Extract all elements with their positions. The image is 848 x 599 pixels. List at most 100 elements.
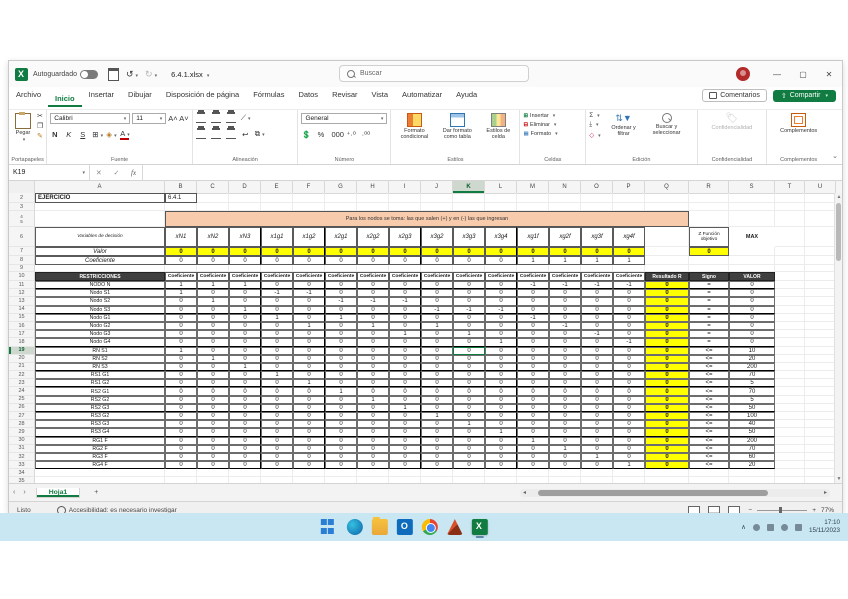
cell[interactable]: 1 [485,338,517,346]
cell[interactable]: EJERCICIO [35,193,165,203]
underline-button[interactable]: S [78,130,87,139]
cell[interactable]: 0 [517,247,549,256]
cell[interactable]: 0 [453,247,485,256]
cell[interactable]: 0 [357,412,389,420]
cell[interactable]: 0 [165,371,197,379]
cell[interactable]: 1 [325,387,357,395]
currency-icon[interactable]: 💲 [301,130,310,139]
cell[interactable]: x3g4 [485,227,517,247]
cell[interactable]: -1 [581,330,613,338]
cell[interactable] [229,265,261,272]
cell[interactable]: 0 [197,314,229,322]
cell[interactable]: 0 [197,420,229,428]
cell[interactable]: 0 [453,281,485,289]
cell[interactable]: RS2 G1 [35,387,165,395]
cell[interactable]: Nodo G1 [35,314,165,322]
column-header-g[interactable]: G [325,181,357,193]
row-header-28[interactable]: 28 [9,420,35,428]
cell[interactable]: 1 [421,412,453,420]
cell[interactable]: 1 [293,322,325,330]
zoom-slider[interactable] [757,510,807,511]
cell[interactable]: 0 [261,437,293,445]
cell[interactable]: 1 [357,322,389,330]
cell[interactable]: = [689,314,729,322]
cell[interactable]: 0 [421,445,453,453]
cell[interactable]: Coeficiente [357,272,389,281]
cell[interactable]: 0 [325,396,357,404]
column-header-e[interactable]: E [261,181,293,193]
cell[interactable]: 0 [229,379,261,387]
collapse-ribbon-icon[interactable]: ⌄ [832,152,838,160]
cell[interactable]: = [689,338,729,346]
cell[interactable]: 0 [389,355,421,363]
cell[interactable]: <= [689,428,729,436]
cell[interactable]: 0 [613,247,645,256]
cell[interactable]: 1 [357,396,389,404]
add-sheet-button[interactable]: + [94,489,98,496]
cell[interactable] [613,193,645,203]
cell[interactable]: 0 [197,338,229,346]
cell[interactable] [453,193,485,203]
cell[interactable]: 0 [293,314,325,322]
clear-icon[interactable]: ◇ ▾ [589,131,600,139]
column-header-a[interactable]: A [35,181,165,193]
insert-cells-button[interactable]: ⊞Insertar▾ [523,113,582,119]
cell[interactable]: 0 [165,445,197,453]
cell[interactable]: 0 [357,256,389,265]
column-header-k[interactable]: K [453,181,485,193]
vertical-scrollbar[interactable]: ▲ ▼ [834,193,842,483]
cell[interactable]: 0 [389,453,421,461]
cell[interactable]: 0 [389,338,421,346]
cell[interactable] [775,469,805,477]
row-header-32[interactable]: 32 [9,453,35,461]
cell[interactable]: -1 [613,281,645,289]
cell[interactable]: RS3 G2 [35,412,165,420]
row-header-17[interactable]: 17 [9,330,35,338]
cell[interactable]: 20 [729,461,775,469]
horizontal-scrollbar[interactable]: ◂ ▸ [520,489,830,497]
cell[interactable]: 0 [197,330,229,338]
cell[interactable] [261,265,293,272]
cell[interactable]: 0 [261,306,293,314]
clock[interactable]: 17:10 15/11/2023 [809,519,840,535]
cell[interactable]: 0 [645,281,689,289]
row-header-26[interactable]: 26 [9,404,35,412]
cell[interactable]: 0 [453,396,485,404]
cell[interactable]: 1 [165,289,197,297]
align-bottom-icon[interactable] [226,114,236,123]
cell[interactable]: 0 [581,371,613,379]
cell[interactable]: Coeficiente [485,272,517,281]
cell[interactable]: 0 [549,314,581,322]
cell[interactable]: Nodo G4 [35,338,165,346]
cell[interactable]: 0 [325,338,357,346]
cell[interactable]: -1 [549,281,581,289]
cell[interactable]: 0 [581,396,613,404]
cell[interactable]: 0 [549,247,581,256]
cell[interactable]: 0 [517,297,549,305]
cell[interactable]: 0 [197,256,229,265]
cell[interactable] [165,469,197,477]
cell[interactable]: 0 [197,412,229,420]
cell[interactable]: 0 [517,347,549,355]
objective-header-cell[interactable]: Z Función objetivo [689,227,729,247]
cell[interactable] [197,203,229,211]
cell[interactable]: 0 [293,387,325,395]
cell[interactable]: 0 [165,297,197,305]
cell[interactable] [805,193,834,203]
cell[interactable]: 0 [197,428,229,436]
cell[interactable]: <= [689,363,729,371]
scroll-up-icon[interactable]: ▲ [836,194,842,200]
cell[interactable] [197,193,229,203]
cell[interactable]: 1 [453,330,485,338]
cell[interactable]: 0 [549,396,581,404]
objective-type-cell[interactable]: MAX [729,227,775,247]
cell[interactable]: 0 [389,289,421,297]
cell[interactable]: 0 [261,428,293,436]
cell[interactable]: RN S2 [35,355,165,363]
cell[interactable]: 0 [229,355,261,363]
cell[interactable]: 0 [729,330,775,338]
column-header-n[interactable]: N [549,181,581,193]
cell[interactable]: 0 [293,347,325,355]
cell[interactable]: 0 [229,338,261,346]
cell[interactable]: x2g1 [325,227,357,247]
